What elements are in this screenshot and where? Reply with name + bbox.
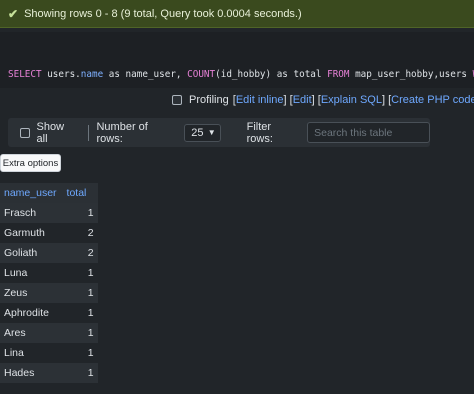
- sql-token: SELECT: [8, 69, 42, 80]
- table-navigation: Show all Number of rows: 25 ▼ Filter row…: [8, 118, 431, 147]
- explain-sql-link[interactable]: Explain SQL: [321, 94, 382, 106]
- table-row[interactable]: Zeus 1: [0, 283, 98, 303]
- cell-total[interactable]: 1: [60, 323, 98, 343]
- query-actions-bar: Profiling [ Edit inline ] [ Edit ] [ Exp…: [0, 88, 474, 112]
- column-header-total[interactable]: total: [60, 183, 98, 203]
- create-php-code-link[interactable]: Create PHP code: [391, 94, 474, 106]
- sql-line-1: SELECT users.name as name_user, COUNT(id…: [8, 67, 474, 82]
- cell-name-user[interactable]: Ares: [0, 323, 61, 343]
- table-row[interactable]: Lina 1: [0, 343, 98, 363]
- profiling-checkbox[interactable]: [172, 95, 182, 105]
- sql-query[interactable]: SELECT users.name as name_user, COUNT(id…: [0, 32, 474, 88]
- cell-total[interactable]: 2: [60, 243, 98, 263]
- rows-per-page-select[interactable]: 25 ▼: [184, 123, 221, 142]
- cell-total[interactable]: 1: [60, 263, 98, 283]
- cell-name-user[interactable]: Frasch: [0, 203, 61, 223]
- cell-total[interactable]: 1: [60, 363, 98, 383]
- sql-token: users.: [41, 69, 81, 80]
- cell-total[interactable]: 1: [60, 283, 98, 303]
- show-all-checkbox[interactable]: [20, 127, 30, 138]
- table-row[interactable]: Hades 1: [0, 363, 98, 383]
- sql-token: name: [80, 69, 104, 80]
- cell-total[interactable]: 2: [60, 223, 98, 243]
- sql-token: COUNT: [187, 69, 216, 80]
- extra-options-button[interactable]: Extra options: [0, 154, 61, 172]
- cell-name-user[interactable]: Luna: [0, 263, 61, 283]
- table-row[interactable]: Frasch 1: [0, 203, 98, 223]
- checkmark-icon: ✔: [8, 6, 19, 21]
- column-header-name-user[interactable]: name_user: [0, 183, 61, 203]
- chevron-down-icon: ▼: [207, 128, 216, 137]
- success-banner: ✔ Showing rows 0 - 8 (9 total, Query too…: [0, 0, 474, 28]
- cell-name-user[interactable]: Lina: [0, 343, 61, 363]
- sql-token: FROM: [327, 69, 350, 80]
- edit-link[interactable]: Edit: [293, 94, 312, 106]
- filter-label: Filter rows:: [246, 120, 273, 145]
- filter-search-input[interactable]: Search this table: [307, 122, 431, 143]
- table-row[interactable]: Goliath 2: [0, 243, 98, 263]
- sql-token: map_user_hobby,users: [349, 69, 473, 80]
- sql-token: as name_user,: [103, 69, 188, 80]
- cell-total[interactable]: 1: [60, 343, 98, 363]
- table-row[interactable]: Luna 1: [0, 263, 98, 283]
- cell-total[interactable]: 1: [60, 203, 98, 223]
- show-all-label: Show all: [36, 120, 65, 145]
- table-row[interactable]: Garmuth 2: [0, 223, 98, 243]
- results-table: name_user total Frasch 1 Garmuth 2 Goliath 2 L…: [0, 183, 98, 383]
- sql-token: (id_hobby) as total: [215, 69, 328, 80]
- edit-inline-link[interactable]: Edit inline: [236, 94, 284, 106]
- cell-name-user[interactable]: Aphrodite: [0, 303, 61, 323]
- rows-label: Number of rows:: [96, 120, 148, 145]
- cell-name-user[interactable]: Hades: [0, 363, 61, 383]
- cell-total[interactable]: 1: [60, 303, 98, 323]
- cell-name-user[interactable]: Garmuth: [0, 223, 61, 243]
- table-row[interactable]: Ares 1: [0, 323, 98, 343]
- profiling-label: Profiling: [189, 94, 229, 106]
- rows-value: 25: [191, 126, 204, 139]
- banner-message: Showing rows 0 - 8 (9 total, Query took …: [24, 7, 302, 20]
- cell-name-user[interactable]: Goliath: [0, 243, 61, 263]
- divider: [87, 124, 89, 141]
- table-row[interactable]: Aphrodite 1: [0, 303, 98, 323]
- cell-name-user[interactable]: Zeus: [0, 283, 61, 303]
